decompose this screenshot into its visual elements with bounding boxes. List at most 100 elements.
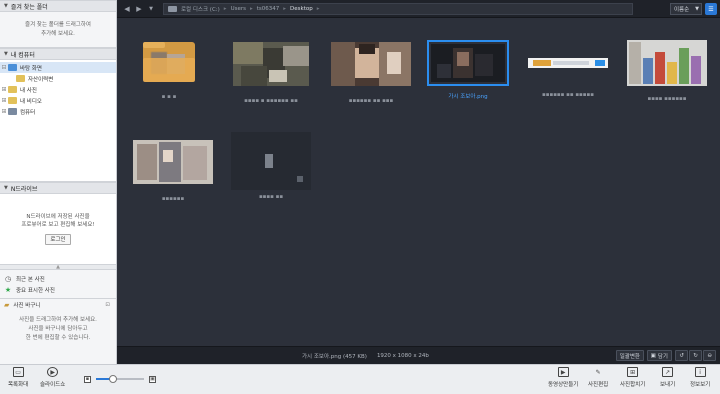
thumbnail-item-selected[interactable]: 가시 조보아.png — [427, 40, 509, 100]
basket-settings-icon[interactable]: ⊡ — [105, 302, 110, 308]
ndrive-header[interactable]: ▼ N드라이브 — [0, 182, 116, 194]
history-dropdown-icon[interactable]: ▼ — [145, 3, 157, 14]
slideshow-label: 슬라이드쇼 — [40, 382, 66, 388]
collapse-icon: ▼ — [4, 3, 8, 9]
app-window: ▼ 즐겨 찾는 폴더 즐겨 찾는 폴더를 드래그하여 추가해 보세요. ▼ 내 … — [0, 0, 720, 394]
add-to-basket-button[interactable]: ▣ 담기 — [646, 350, 672, 361]
thumbnail-caption: ▪ ▪ ▪ — [161, 94, 177, 100]
photo-merge-label: 사진합치기 — [620, 382, 646, 388]
rotate-right-button[interactable]: ↻ — [689, 350, 702, 361]
folder-icon — [8, 97, 17, 104]
delete-button[interactable]: ⊖ — [703, 350, 716, 361]
photo-thumbnail — [133, 140, 213, 184]
expand-icon[interactable]: ⊟ — [0, 64, 8, 71]
sort-dropdown[interactable]: 이름순 ▼ — [670, 3, 702, 15]
collapse-icon: ▼ — [4, 51, 8, 57]
zoom-track[interactable] — [96, 375, 144, 383]
brush-icon: ✎ — [595, 368, 601, 376]
info-button[interactable]: i 정보보기 — [690, 367, 710, 388]
thumbnail-item[interactable]: ▪▪▪▪ ▪ ▪▪▪▪▪▪ ▪▪ — [233, 42, 309, 106]
zoom-slider[interactable]: ▪ ▣ — [84, 374, 156, 384]
movie-icon: ▶ — [557, 367, 569, 377]
folder-thumbnail — [143, 42, 195, 82]
play-icon: ▶ — [47, 367, 59, 377]
favorites-hint-2: 추가해 보세요. — [41, 30, 75, 37]
status-resolution: 1920 x 1080 x 24b — [376, 352, 429, 359]
recent-label: 최근 본 사진 — [16, 276, 45, 283]
tree-item-computer[interactable]: ⊞ 컴퓨터 — [0, 106, 116, 117]
top-toolbar: ◀ ▶ ▼ 로컬 디스크 (C:) ▸ Users ▸ ts06347 ▸ Deskt… — [117, 0, 720, 18]
zoom-in-icon[interactable]: ▣ — [149, 375, 156, 383]
breadcrumb-user[interactable]: ts06347 — [257, 6, 280, 12]
batch-convert-button[interactable]: 일괄변환 — [615, 350, 644, 361]
favorites-dropzone[interactable]: 즐겨 찾는 폴더를 드래그하여 추가해 보세요. — [0, 12, 116, 48]
photo-edit-button[interactable]: ✎ 사진편집 — [588, 367, 609, 389]
thumbnail-caption: ▪▪▪▪▪▪ ▪▪ ▪▪▪ — [348, 98, 394, 104]
photo-edit-label: 사진편집 — [588, 382, 609, 388]
screenshot-thumbnail — [528, 58, 608, 68]
important-photos-item[interactable]: ★ 중요 표시한 사진 — [0, 284, 116, 295]
star-icon: ★ — [4, 285, 12, 294]
photo-merge-button[interactable]: ⊞ 사진합치기 — [620, 367, 645, 388]
expand-icon[interactable]: ⊞ — [0, 86, 8, 93]
make-movie-button[interactable]: ▶ 동영상만들기 — [548, 367, 578, 388]
thumbnail-caption: ▪▪▪▪ ▪▪ — [258, 194, 284, 200]
thumbnail-item[interactable]: ▪▪▪▪ ▪▪ — [231, 132, 311, 202]
thumbnail-item[interactable]: ▪▪▪▪ ▪▪▪▪▪▪ — [627, 40, 707, 104]
tree-item-label: 자산이력변 — [28, 76, 54, 83]
tree-item-pictures[interactable]: ⊞ 내 사진 — [0, 84, 116, 95]
photo-thumbnail — [233, 42, 309, 86]
thumbnail-item[interactable]: ▪▪▪▪▪▪ — [133, 140, 213, 204]
thumbnail-grid: ▪ ▪ ▪ ▪▪▪▪ ▪ ▪▪▪▪▪▪ ▪▪ ▪▪▪▪▪▪ ▪▪ ▪▪▪ 가시 … — [117, 18, 720, 346]
folder-icon — [168, 5, 177, 12]
rotate-left-button[interactable]: ↺ — [675, 350, 688, 361]
tree-item-label: 내 사진 — [20, 87, 37, 94]
breadcrumb-desktop[interactable]: Desktop — [290, 6, 313, 12]
chevron-down-icon: ▼ — [695, 6, 699, 12]
expand-icon[interactable]: ⊞ — [0, 108, 8, 115]
view-mode-button[interactable]: ☰ — [705, 3, 717, 15]
tree-item-user[interactable]: 자산이력변 — [0, 73, 116, 84]
zoom-out-icon[interactable]: ▪ — [84, 375, 91, 383]
add-to-basket-label: 담기 — [657, 353, 668, 360]
thumbnail-caption: ▪▪▪▪ ▪▪▪▪▪▪ — [647, 96, 687, 102]
thumbnail-item[interactable]: ▪▪▪▪▪▪ ▪▪ ▪▪▪ — [331, 42, 411, 106]
selection-frame — [427, 40, 509, 86]
slideshow-button[interactable]: ▶ 슬라이드쇼 — [40, 367, 65, 388]
folder-icon — [8, 86, 17, 93]
favorites-header[interactable]: ▼ 즐겨 찾는 폴더 — [0, 0, 116, 12]
tree-item-desktop[interactable]: ⊟ 바탕 화면 — [0, 62, 116, 73]
login-button[interactable]: 로그인 — [45, 234, 71, 245]
breadcrumb-users[interactable]: Users — [231, 6, 246, 12]
basket-hint-1: 사진을 드래그하여 추가해 보세요. — [19, 317, 97, 323]
thumbnail-caption: ▪▪▪▪ ▪ ▪▪▪▪▪▪ ▪▪ — [244, 98, 298, 104]
photo-thumbnail — [431, 44, 505, 82]
my-computer-header[interactable]: ▼ 내 컴퓨터 — [0, 48, 116, 60]
path-bar[interactable]: 로컬 디스크 (C:) ▸ Users ▸ ts06347 ▸ Desktop ▸ — [163, 2, 633, 15]
thumbnail-item[interactable]: ▪ ▪ ▪ — [141, 38, 197, 102]
folder-icon — [16, 75, 25, 82]
basket-hint-2: 사진을 바구니에 담아두고 — [28, 326, 88, 332]
basket-header[interactable]: ▰ 사진 바구니 ⊡ — [0, 298, 116, 310]
back-button[interactable]: ◀ — [121, 3, 133, 14]
info-label: 정보보기 — [690, 382, 711, 388]
expand-icon[interactable]: ⊞ — [0, 97, 8, 104]
my-computer-title: 내 컴퓨터 — [10, 51, 35, 59]
fit-view-button[interactable]: ▭ 목록화대 — [8, 367, 28, 388]
breadcrumb-drive[interactable]: 로컬 디스크 (C:) — [181, 5, 220, 13]
recent-photos-item[interactable]: ◷ 최근 본 사진 — [0, 273, 116, 284]
fit-view-label: 목록화대 — [8, 382, 29, 388]
send-button[interactable]: ↗ 보내기 — [660, 367, 675, 388]
send-icon: ↗ — [662, 367, 674, 377]
thumbnail-item[interactable]: ▪▪▪▪▪▪ ▪▪ ▪▪▪▪▪ — [527, 52, 609, 100]
ndrive-text-2: 프로뷰어로 보고 편집해 보세요! — [21, 222, 95, 228]
thumbnail-caption: ▪▪▪▪▪▪ ▪▪ ▪▪▪▪▪ — [542, 92, 594, 98]
forward-button[interactable]: ▶ — [133, 3, 145, 14]
bottom-toolbar: ▭ 목록화대 ▶ 슬라이드쇼 ▪ ▣ ▶ 동영상만들기 ✎ 사진편집 ⊞ 사진합… — [0, 364, 720, 394]
send-label: 보내기 — [660, 382, 676, 388]
make-movie-label: 동영상만들기 — [548, 382, 579, 388]
sort-label: 이름순 — [674, 7, 690, 13]
tree-item-videos[interactable]: ⊞ 내 비디오 — [0, 95, 116, 106]
quick-list: ◷ 최근 본 사진 ★ 중요 표시한 사진 — [0, 270, 116, 298]
zoom-handle[interactable] — [108, 375, 117, 383]
